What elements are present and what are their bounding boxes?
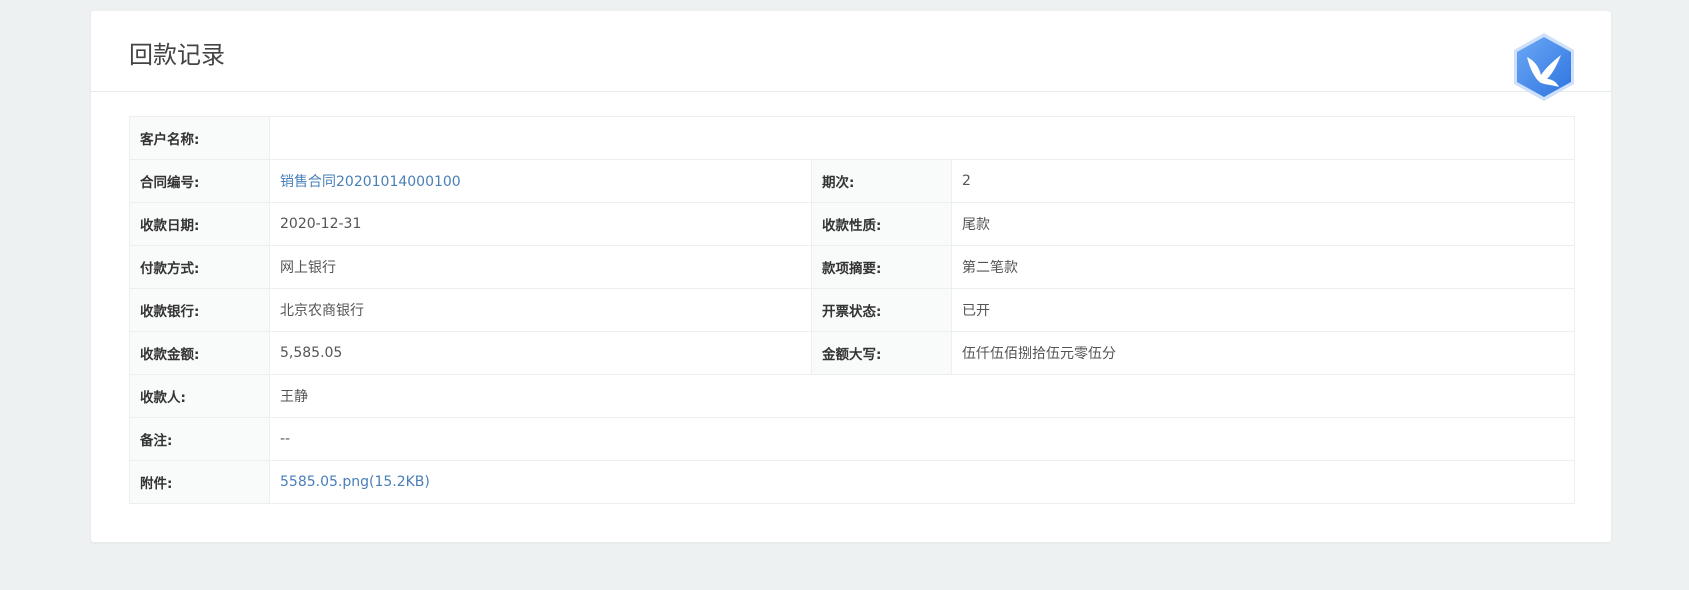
payee-value: 王静 (269, 374, 1575, 418)
invoice-status-label: 开票状态: (811, 288, 952, 332)
table-row: 收款日期: 2020-12-31 收款性质: 尾款 (129, 202, 1575, 246)
payee-label: 收款人: (129, 374, 270, 418)
contract-no-link[interactable]: 销售合同20201014000100 (280, 174, 461, 190)
table-row: 收款金额: 5,585.05 金额大写: 伍仟伍佰捌拾伍元零伍分 (129, 331, 1575, 375)
customer-name-value (269, 116, 1575, 160)
receipt-type-value: 尾款 (951, 202, 1575, 246)
invoice-status-value: 已开 (951, 288, 1575, 332)
summary-value: 第二笔款 (951, 245, 1575, 289)
amount-label: 收款金额: (129, 331, 270, 375)
table-row: 收款人: 王静 (129, 374, 1575, 418)
contract-no-label: 合同编号: (129, 159, 270, 203)
receipt-date-value: 2020-12-31 (269, 202, 812, 246)
table-row: 备注: -- (129, 417, 1575, 461)
payment-method-value: 网上银行 (269, 245, 812, 289)
receipt-type-label: 收款性质: (811, 202, 952, 246)
attachment-label: 附件: (129, 460, 270, 504)
remark-label: 备注: (129, 417, 270, 461)
receipt-date-label: 收款日期: (129, 202, 270, 246)
table-row: 合同编号: 销售合同20201014000100 期次: 2 (129, 159, 1575, 203)
attachment-link[interactable]: 5585.05.png(15.2KB) (280, 474, 430, 490)
payment-method-label: 付款方式: (129, 245, 270, 289)
receipt-info-table: 客户名称: 合同编号: 销售合同20201014000100 期次: 2 收款日… (129, 116, 1575, 504)
bank-value: 北京农商银行 (269, 288, 812, 332)
table-row: 付款方式: 网上银行 款项摘要: 第二笔款 (129, 245, 1575, 289)
amount-upper-label: 金额大写: (811, 331, 952, 375)
bank-label: 收款银行: (129, 288, 270, 332)
amount-value: 5,585.05 (269, 331, 812, 375)
customer-name-label: 客户名称: (129, 116, 270, 160)
card-header: 回款记录 (91, 11, 1611, 101)
table-row: 收款银行: 北京农商银行 开票状态: 已开 (129, 288, 1575, 332)
amount-upper-value: 伍仟伍佰捌拾伍元零伍分 (951, 331, 1575, 375)
period-value: 2 (951, 159, 1575, 203)
summary-label: 款项摘要: (811, 245, 952, 289)
bird-hexagon-icon[interactable] (1511, 31, 1577, 103)
table-row: 附件: 5585.05.png(15.2KB) (129, 460, 1575, 504)
period-label: 期次: (811, 159, 952, 203)
table-row: 客户名称: (129, 116, 1575, 160)
record-card: 回款记录 客户名称: 合同编号: 销售合同20201014000100 期次: … (91, 11, 1611, 542)
remark-value: -- (269, 417, 1575, 461)
page-title: 回款记录 (129, 41, 225, 69)
